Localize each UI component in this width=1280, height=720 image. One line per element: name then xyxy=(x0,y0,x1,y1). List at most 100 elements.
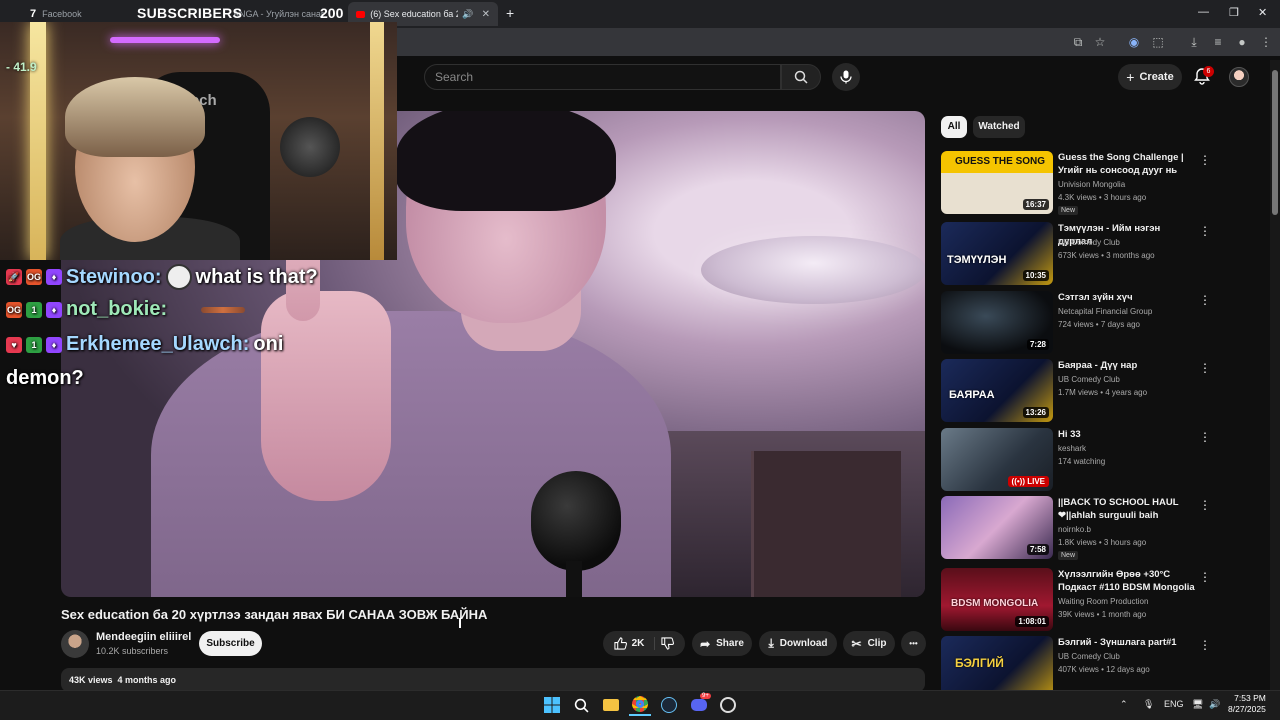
chip-watched[interactable]: Watched xyxy=(973,116,1025,138)
speaker-icon[interactable]: 🔊 xyxy=(462,9,473,20)
recommendation-item[interactable]: 7:58 ||BACK TO SCHOOL HAUL ❤||ahlah surg… xyxy=(941,496,1211,560)
thumbnail-text: GUESS THE SONG xyxy=(955,156,1046,167)
obs-icon[interactable] xyxy=(717,694,739,716)
recommendation-channel[interactable]: keshark xyxy=(1058,444,1086,453)
thumbs-down-icon[interactable] xyxy=(661,637,675,650)
video-title: Sex education ба 20 хүртлээ зандан явах … xyxy=(61,607,488,622)
taskbar-search-button[interactable] xyxy=(570,694,592,716)
chrome-icon[interactable] xyxy=(629,694,651,716)
voice-search-button[interactable] xyxy=(832,63,860,91)
more-options-icon[interactable]: ⋮ xyxy=(1199,361,1211,375)
channel-name[interactable]: Mendeegiin eliiirel xyxy=(96,631,191,643)
tenure-badge: 1 xyxy=(26,336,42,353)
language-indicator[interactable]: ENG xyxy=(1164,699,1184,709)
neon-light xyxy=(110,37,220,43)
search-input[interactable]: Search xyxy=(424,64,781,90)
recommendation-item[interactable]: 7:28 Сэтгэл зүйн хүч Netcapital Financia… xyxy=(941,291,1211,354)
start-button[interactable] xyxy=(541,694,563,716)
chat-text: what is that? xyxy=(195,265,318,288)
create-button[interactable]: + Create xyxy=(1118,64,1182,90)
download-button[interactable]: ⤓ Download xyxy=(759,631,837,656)
recommendation-item[interactable]: БЭЛГИЙ Бэлгий - Зүншлага part#1 UB Comed… xyxy=(941,636,1211,690)
cam-person-hair xyxy=(65,77,205,157)
media-control-icon[interactable]: ≡ xyxy=(1210,34,1226,50)
steam-icon[interactable] xyxy=(658,694,680,716)
like-button[interactable]: 2K xyxy=(614,637,656,650)
new-tab-button[interactable]: + xyxy=(506,5,514,21)
share-button[interactable]: ➦ Share xyxy=(692,631,752,656)
recommendation-channel[interactable]: Univision Mongolia xyxy=(1058,180,1125,189)
recommendation-channel[interactable]: UB Comedy Club xyxy=(1058,375,1120,384)
install-app-icon[interactable]: ⧉ xyxy=(1070,34,1086,50)
network-icon[interactable]: 🖥 xyxy=(1192,699,1203,710)
recommendation-meta: 673K views • 3 months ago xyxy=(1058,251,1155,260)
clip-button[interactable]: ✂ Clip xyxy=(843,631,895,656)
recommendation-title[interactable]: Баяраа - Дүү нар xyxy=(1058,359,1196,372)
recommendation-title[interactable]: Бэлгий - Зүншлага part#1 xyxy=(1058,636,1196,649)
extensions-puzzle-icon[interactable]: ⬚ xyxy=(1150,34,1166,50)
video-thumbnail[interactable]: 7:58 xyxy=(941,496,1053,559)
thumbnail-text: BDSM MONGOLIA xyxy=(951,598,1039,609)
chat-message: OG 1 ♦ not_bokie: xyxy=(6,298,246,321)
chat-message: ♥ 1 ♦ Erkhemee_Ulawch: oni xyxy=(6,333,283,356)
account-avatar[interactable] xyxy=(1229,67,1249,87)
windows-logo-icon xyxy=(544,697,560,713)
recommendation-title[interactable]: Guess the Song Challenge | Угийг нь сонс… xyxy=(1058,151,1196,177)
system-clock[interactable]: 7:53 PM 8/27/2025 xyxy=(1228,693,1266,715)
recommendation-channel[interactable]: UB Comedy Club xyxy=(1058,238,1120,247)
recommendation-title[interactable]: ||BACK TO SCHOOL HAUL ❤||ahlah surguuli … xyxy=(1058,496,1196,522)
video-thumbnail[interactable]: БАЯРАА 13:26 xyxy=(941,359,1053,422)
recommendation-title[interactable]: Hi 33 xyxy=(1058,428,1196,441)
profile-icon[interactable]: ● xyxy=(1234,34,1250,50)
subscribe-button[interactable]: Subscribe xyxy=(199,631,262,656)
recommendation-item[interactable]: ТЭМҮҮЛЭН 10:35 Тэмүүлэн - Ийм нэгэн дурл… xyxy=(941,222,1211,285)
subscribers-label: SUBSCRIBERS xyxy=(137,5,243,21)
recommendation-item[interactable]: GUESS THE SONG 16:37 Guess the Song Chal… xyxy=(941,151,1211,215)
scrollbar-thumb[interactable] xyxy=(1272,70,1278,215)
new-badge: New xyxy=(1058,551,1079,560)
video-thumbnail[interactable]: ((•)) LIVE xyxy=(941,428,1053,491)
video-thumbnail[interactable]: ТЭМҮҮЛЭН 10:35 xyxy=(941,222,1053,285)
more-options-icon[interactable]: ⋮ xyxy=(1199,498,1211,512)
more-options-icon[interactable]: ⋮ xyxy=(1199,153,1211,167)
recommendation-channel[interactable]: Waiting Room Production xyxy=(1058,597,1148,606)
recommendation-item[interactable]: BDSM MONGOLIA 1:08:01 Хүлээлгийн Өрөө +3… xyxy=(941,568,1211,631)
tray-microphone-icon[interactable]: 🎙 xyxy=(1143,699,1154,710)
video-thumbnail[interactable]: BDSM MONGOLIA 1:08:01 xyxy=(941,568,1053,631)
more-options-icon[interactable]: ⋮ xyxy=(1199,638,1211,652)
recommendation-title[interactable]: Сэтгэл зүйн хүч xyxy=(1058,291,1196,304)
downloads-icon[interactable]: ⤓ xyxy=(1186,34,1202,50)
more-options-icon[interactable]: ⋮ xyxy=(1199,293,1211,307)
more-actions-button[interactable]: ••• xyxy=(901,631,926,656)
recommendation-title[interactable]: Хүлээлгийн Өрөө +30°С Подкаст #110 BDSM … xyxy=(1058,568,1196,594)
recommendation-item[interactable]: ((•)) LIVE Hi 33 keshark 174 watching ⋮ xyxy=(941,428,1211,491)
more-options-icon[interactable]: ⋮ xyxy=(1199,430,1211,444)
video-thumbnail[interactable]: 7:28 xyxy=(941,291,1053,354)
tenure-badge: 1 xyxy=(26,301,42,318)
recommendation-channel[interactable]: Netcapital Financial Group xyxy=(1058,307,1152,316)
webcam-overlay: (H)tech - 41.9 xyxy=(0,22,397,260)
recommendation-channel[interactable]: UB Comedy Club xyxy=(1058,652,1120,661)
chip-all[interactable]: All xyxy=(941,116,967,138)
browser-menu-icon[interactable]: ⋮ xyxy=(1258,34,1274,50)
maximize-button[interactable]: ❐ xyxy=(1229,6,1239,19)
extension-icon[interactable]: ◉ xyxy=(1126,34,1142,50)
video-thumbnail[interactable]: GUESS THE SONG 16:37 xyxy=(941,151,1053,214)
description-box[interactable]: 43K views 4 months ago xyxy=(61,668,925,692)
bookmark-star-icon[interactable]: ☆ xyxy=(1092,34,1108,50)
minimize-button[interactable]: — xyxy=(1198,6,1209,18)
recommendation-channel[interactable]: noirnko.b xyxy=(1058,525,1091,534)
close-window-button[interactable]: ✕ xyxy=(1258,6,1267,19)
more-options-icon[interactable]: ⋮ xyxy=(1199,570,1211,584)
video-thumbnail[interactable]: БЭЛГИЙ xyxy=(941,636,1053,690)
file-explorer-icon[interactable] xyxy=(600,694,622,716)
tray-overflow-icon[interactable]: ⌃ xyxy=(1120,699,1128,710)
share-icon: ➦ xyxy=(700,636,711,651)
more-options-icon[interactable]: ⋮ xyxy=(1199,224,1211,238)
search-button[interactable] xyxy=(781,64,821,90)
channel-avatar[interactable] xyxy=(61,630,89,658)
volume-icon[interactable]: 🔊 xyxy=(1209,699,1220,710)
led-light-right xyxy=(370,22,384,260)
tab-close-icon[interactable]: ✕ xyxy=(482,9,490,20)
recommendation-item[interactable]: БАЯРАА 13:26 Баяраа - Дүү нар UB Comedy … xyxy=(941,359,1211,422)
